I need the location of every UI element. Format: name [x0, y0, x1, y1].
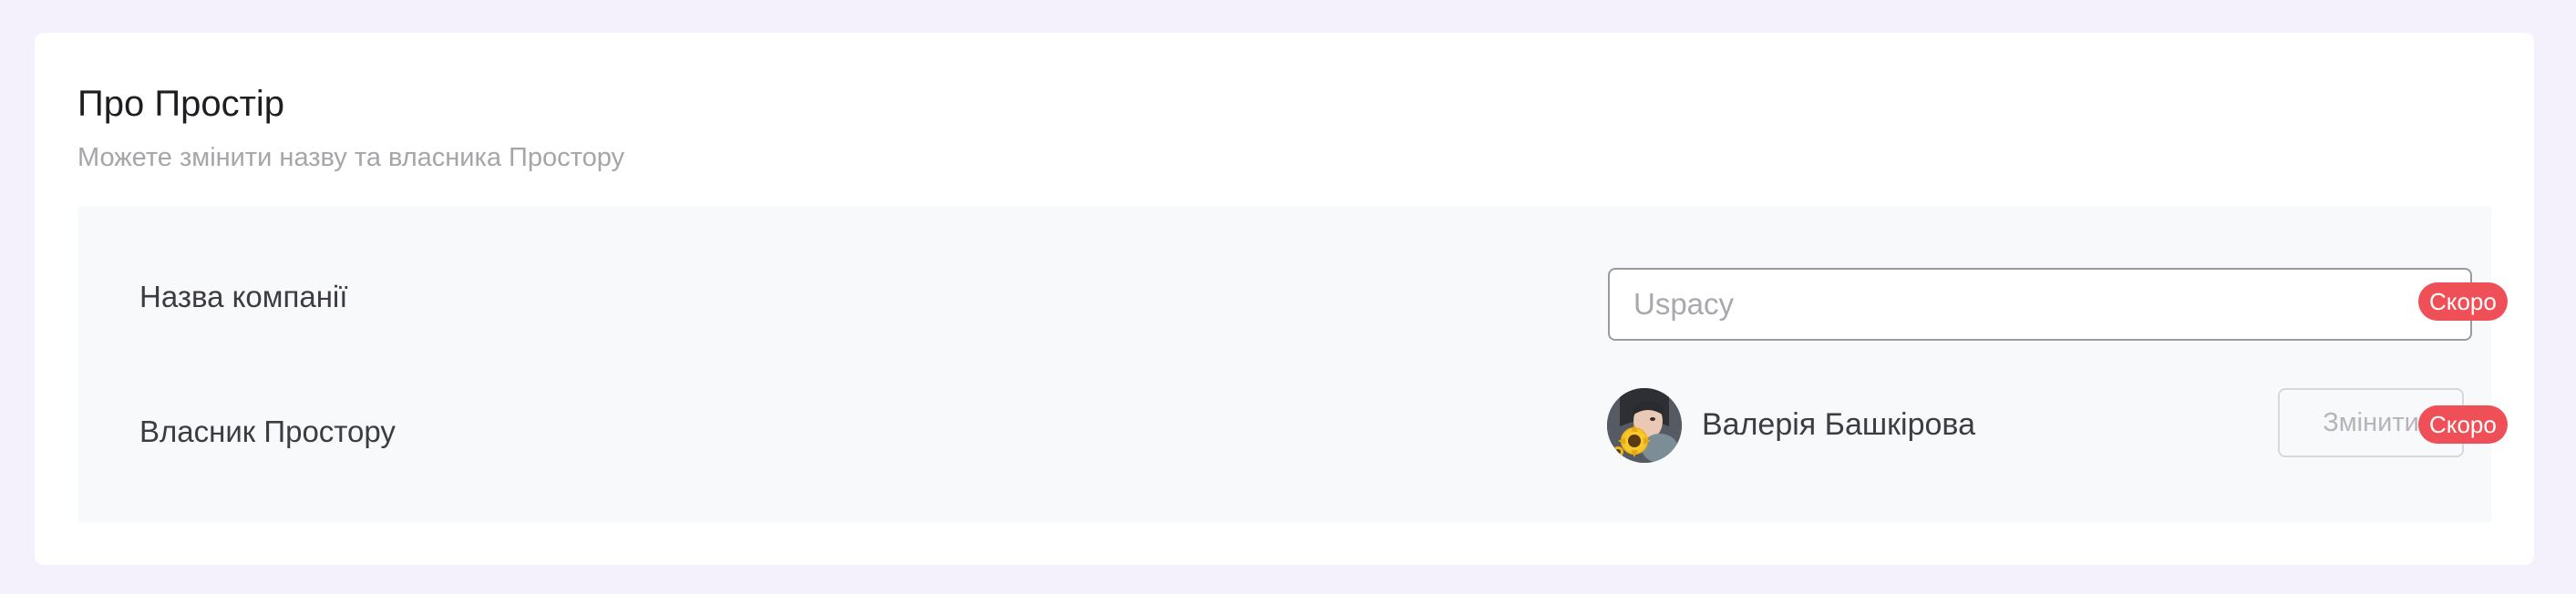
user-avatar-photo-icon — [1607, 388, 1682, 463]
company-name-input[interactable] — [1608, 268, 2472, 341]
section-subtitle: Можете змінити назву та власника Простор… — [77, 143, 625, 172]
owner-name: Валерія Башкірова — [1702, 407, 1975, 442]
soon-badge-company: Скоро — [2418, 282, 2508, 321]
company-name-label: Назва компанії — [139, 280, 348, 313]
soon-badge-owner: Скоро — [2418, 405, 2508, 444]
section-title: Про Простір — [77, 84, 285, 124]
avatar — [1607, 388, 1682, 463]
settings-panel: Назва компанії Скоро Власник Простору — [77, 206, 2508, 523]
space-owner-label: Власник Простору — [139, 415, 396, 448]
space-settings-card: Про Простір Можете змінити назву та влас… — [35, 33, 2534, 565]
